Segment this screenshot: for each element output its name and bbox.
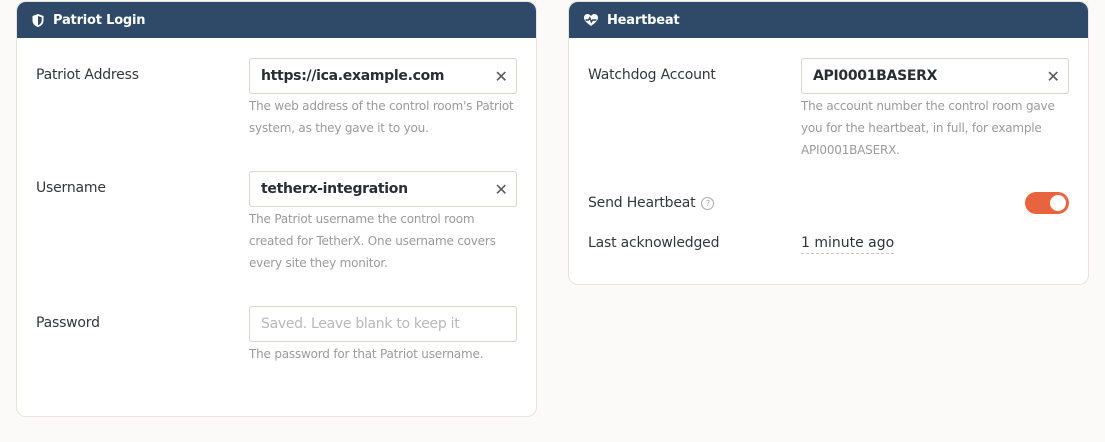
info-circle-icon[interactable]: ? — [701, 197, 715, 210]
patriot-login-header: Patriot Login — [17, 2, 536, 38]
watchdog-account-help-line: API0001BASERX. — [801, 143, 900, 157]
patriot-address-help: The web address of the control room's Pa… — [249, 95, 514, 139]
username-help: The Patriot username the control room cr… — [249, 208, 496, 274]
username-value: tetherx-integration — [261, 181, 408, 197]
username-label: Username — [36, 180, 106, 196]
watchdog-account-help-line: you for the heartbeat, in full, for exam… — [801, 121, 1042, 135]
heartbeat-header: Heartbeat — [569, 2, 1088, 38]
password-placeholder: Saved. Leave blank to keep it — [261, 316, 460, 332]
toggle-knob — [1050, 195, 1066, 211]
heartbeat-card: Heartbeat Watchdog Account API0001BASERX… — [568, 1, 1089, 285]
last-acknowledged-label: Last acknowledged — [588, 235, 720, 251]
watchdog-account-label: Watchdog Account — [588, 67, 716, 83]
patriot-address-label: Patriot Address — [36, 67, 139, 83]
username-input[interactable]: tetherx-integration ✕ — [249, 171, 517, 207]
password-label: Password — [36, 315, 100, 331]
username-help-line: every site they monitor. — [249, 256, 388, 270]
watchdog-account-value: API0001BASERX — [813, 68, 938, 84]
heart-pulse-icon — [584, 14, 598, 26]
watchdog-account-help-line: The account number the control room gave — [801, 99, 1055, 113]
close-icon[interactable]: ✕ — [486, 180, 516, 199]
send-heartbeat-label: Send Heartbeat? — [588, 195, 715, 211]
username-help-line: The Patriot username the control room — [249, 212, 475, 226]
send-heartbeat-toggle[interactable] — [1025, 192, 1069, 214]
watchdog-account-help: The account number the control room gave… — [801, 95, 1055, 161]
username-help-line: created for TetherX. One username covers — [249, 234, 496, 248]
password-input[interactable]: Saved. Leave blank to keep it — [249, 306, 517, 342]
send-heartbeat-text: Send Heartbeat — [588, 195, 696, 211]
close-icon[interactable]: ✕ — [1038, 67, 1068, 86]
last-acknowledged-value: 1 minute ago — [801, 235, 895, 254]
patriot-address-value: https://ica.example.com — [261, 68, 445, 84]
password-help: The password for that Patriot username. — [249, 343, 484, 365]
patriot-address-input[interactable]: https://ica.example.com ✕ — [249, 58, 517, 94]
patriot-address-help-line: system, as they gave it to you. — [249, 121, 429, 135]
patriot-login-title: Patriot Login — [53, 12, 146, 28]
close-icon[interactable]: ✕ — [486, 67, 516, 86]
password-help-line: The password for that Patriot username. — [249, 347, 484, 361]
patriot-login-card: Patriot Login Patriot Address https://ic… — [16, 1, 537, 417]
shield-icon — [32, 13, 44, 27]
watchdog-account-input[interactable]: API0001BASERX ✕ — [801, 58, 1069, 94]
patriot-address-help-line: The web address of the control room's Pa… — [249, 99, 514, 113]
heartbeat-title: Heartbeat — [607, 12, 680, 28]
